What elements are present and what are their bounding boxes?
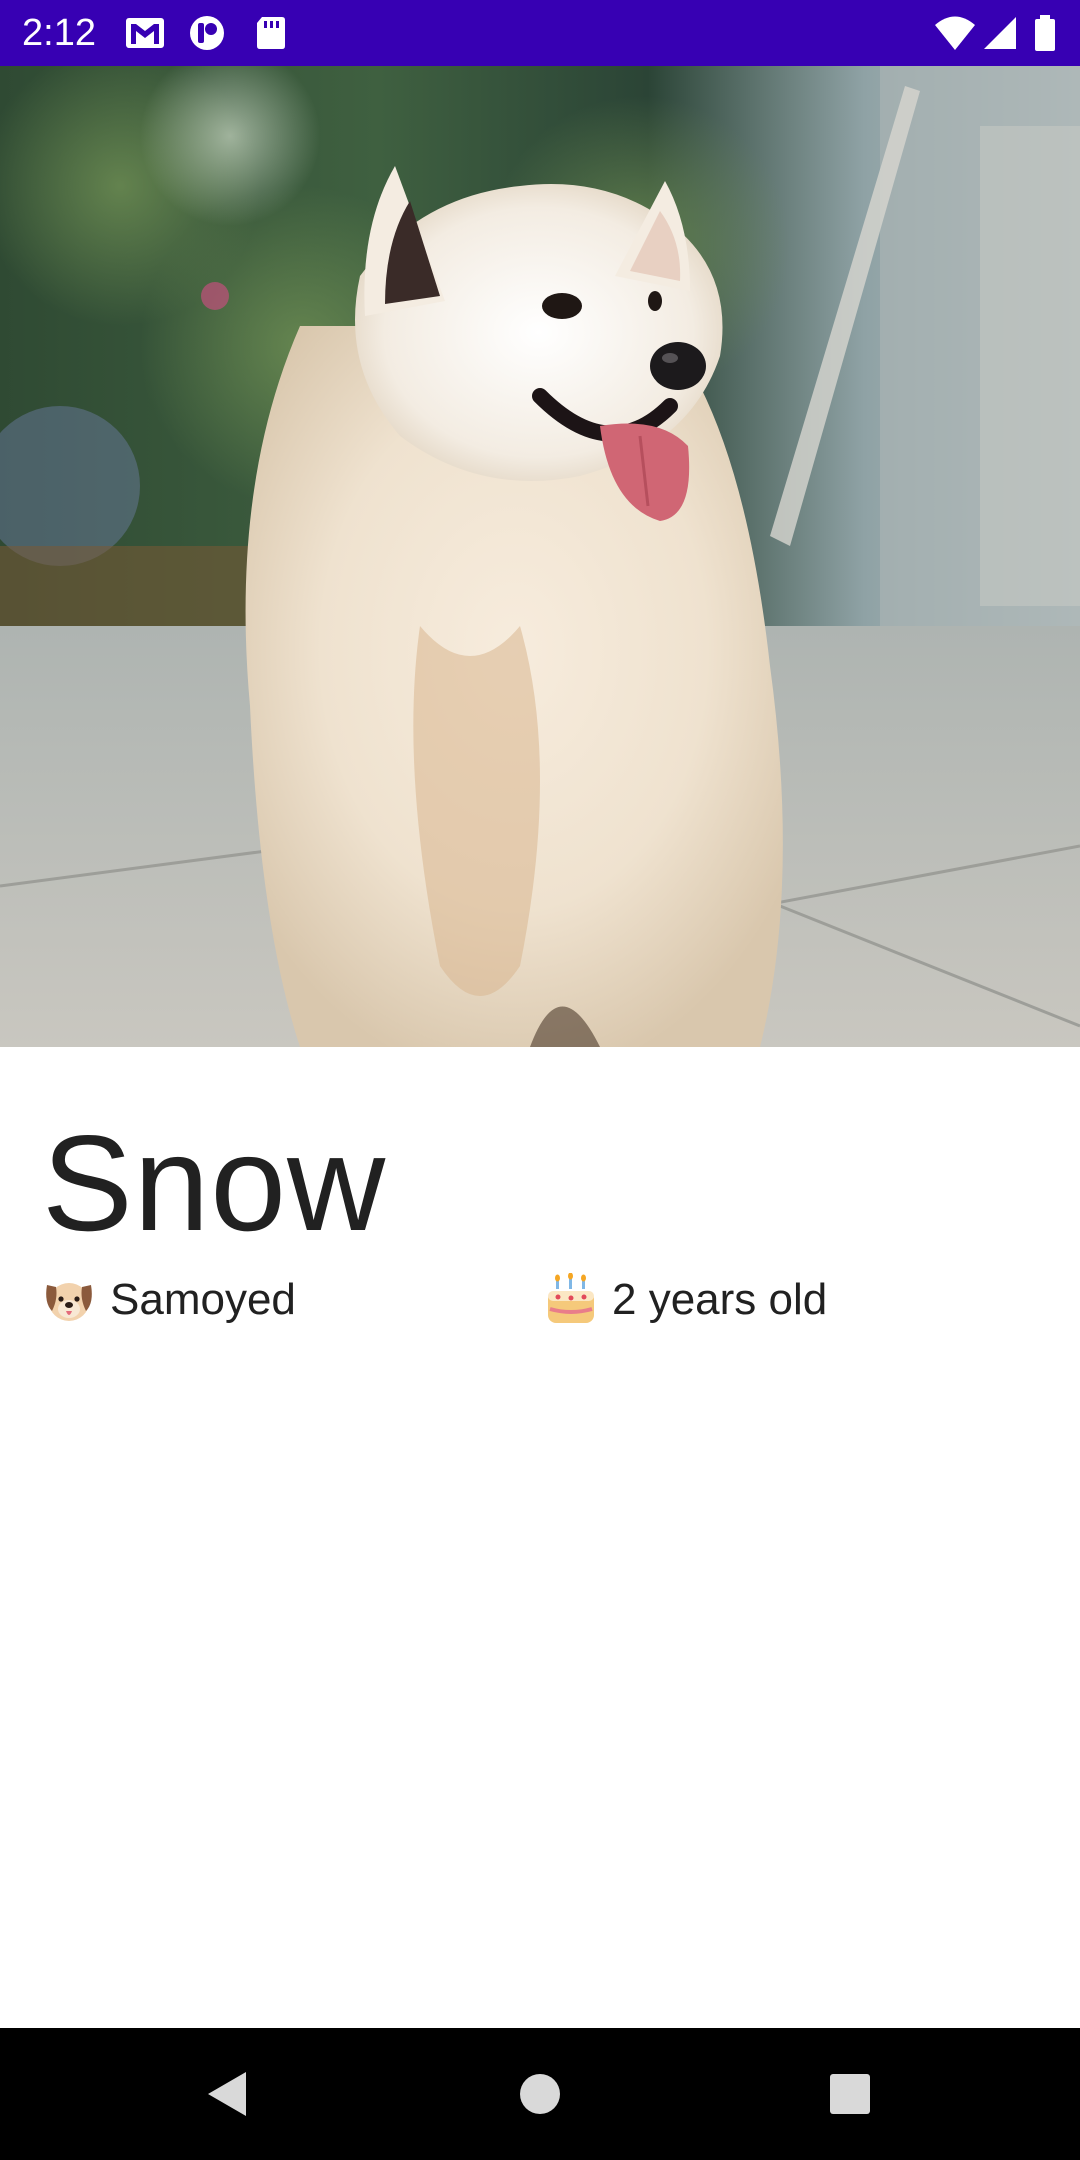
- sd-card-icon: [250, 14, 292, 52]
- back-triangle-icon: [208, 2072, 246, 2116]
- recents-button[interactable]: [820, 2064, 880, 2124]
- wifi-icon: [934, 14, 976, 52]
- breed-text: Samoyed: [110, 1275, 296, 1324]
- app-screen: 2:12 Snow Samoyed 2 years old: [0, 0, 1080, 2160]
- hero-image: [0, 66, 1080, 1047]
- home-circle-icon: [520, 2074, 560, 2114]
- age-text: 2 years old: [612, 1275, 828, 1324]
- home-button[interactable]: [510, 2064, 570, 2124]
- status-bar: 2:12: [0, 0, 1080, 66]
- status-time: 2:12: [22, 12, 96, 54]
- battery-icon: [1030, 14, 1060, 52]
- back-button[interactable]: [196, 2064, 256, 2124]
- app-notification-icon: [186, 14, 228, 52]
- recents-square-icon: [830, 2074, 870, 2114]
- birthday-cake-icon: [544, 1272, 598, 1327]
- cell-signal-icon: [980, 14, 1022, 52]
- pet-name-title: Snow: [42, 1107, 387, 1259]
- system-nav-bar: [0, 2028, 1080, 2160]
- breed-info: Samoyed: [42, 1272, 296, 1328]
- age-info: 2 years old: [544, 1272, 827, 1328]
- gmail-icon: [124, 14, 166, 52]
- dog-face-icon: [42, 1273, 96, 1327]
